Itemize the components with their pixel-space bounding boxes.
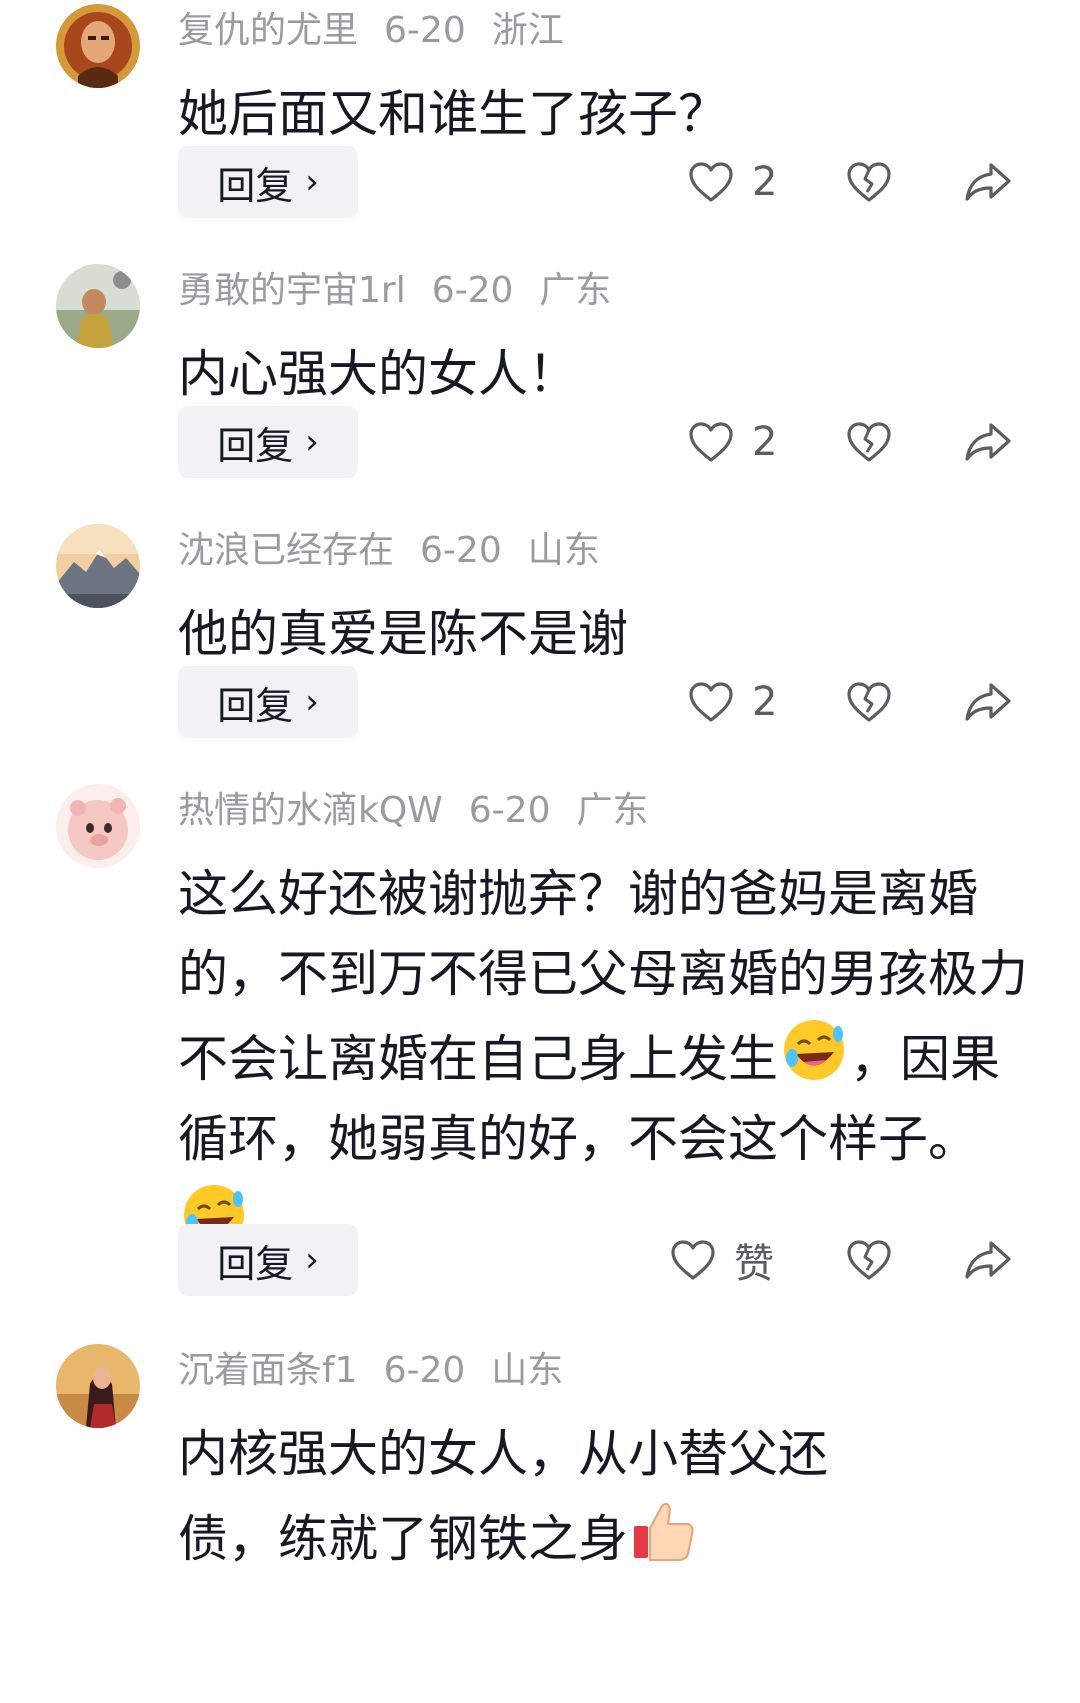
username[interactable]: 沈浪已经存在 <box>178 530 394 571</box>
share-button[interactable] <box>964 666 1012 738</box>
heart-icon <box>689 682 733 722</box>
comment-location: 广东 <box>539 270 612 311</box>
username[interactable]: 沉着面条f1 <box>178 1350 358 1391</box>
comment-location: 广东 <box>576 790 649 831</box>
like-count: 2 <box>752 419 778 465</box>
broken-heart-icon <box>847 162 891 202</box>
dislike-button[interactable] <box>846 1224 892 1296</box>
dislike-button[interactable] <box>846 666 892 738</box>
comment-list: 复仇的尤里 6-20 浙江 她后面又和谁生了孩子？ 回复 › 2 勇敢的宇宙1r… <box>0 0 1080 1703</box>
share-button[interactable] <box>964 406 1012 478</box>
avatar[interactable] <box>56 4 140 88</box>
thumbs-up-emoji-icon <box>628 1494 700 1566</box>
share-button[interactable] <box>964 146 1012 218</box>
username[interactable]: 勇敢的宇宙1rl <box>178 270 406 311</box>
comment-date: 6-20 <box>420 530 502 571</box>
avatar-image <box>56 524 140 608</box>
heart-icon <box>689 422 733 462</box>
comment-date: 6-20 <box>384 10 466 51</box>
avatar[interactable] <box>56 524 140 608</box>
like-button[interactable]: 赞 <box>670 1224 774 1296</box>
broken-heart-icon <box>847 422 891 462</box>
comment-text: 她后面又和谁生了孩子？ <box>178 85 728 143</box>
share-icon <box>965 1241 1011 1279</box>
comment-text-part: 内核强大的女人，从小替父还债，练就了钢铁之身 <box>178 1425 828 1568</box>
like-count: 2 <box>752 159 778 205</box>
comment-meta: 沈浪已经存在 6-20 山东 <box>178 528 626 574</box>
comment-text: 他的真爱是陈不是谢 <box>178 605 628 663</box>
comment-date: 6-20 <box>383 1350 466 1391</box>
comment-text: 这么好还被谢抛弃？谢的爸妈是离婚的，不到万不得已父母离婚的男孩极力不会让离婚在自… <box>178 854 1028 1264</box>
comment-meta: 沉着面条f1 6-20 山东 <box>178 1348 589 1394</box>
like-button[interactable]: 2 <box>688 406 777 478</box>
rofl-emoji-icon <box>778 1014 850 1086</box>
comment-location: 浙江 <box>491 10 564 51</box>
share-icon <box>965 683 1011 721</box>
dislike-button[interactable] <box>846 146 892 218</box>
avatar-image <box>56 784 140 868</box>
comment-location: 山东 <box>527 530 600 571</box>
avatar-image <box>56 264 140 348</box>
avatar-image <box>56 4 140 88</box>
heart-icon <box>689 162 733 202</box>
comment-location: 山东 <box>491 1350 564 1391</box>
dislike-button[interactable] <box>846 406 892 478</box>
like-button[interactable]: 2 <box>688 666 777 738</box>
share-icon <box>965 423 1011 461</box>
broken-heart-icon <box>847 682 891 722</box>
share-icon <box>965 163 1011 201</box>
username[interactable]: 复仇的尤里 <box>178 10 358 51</box>
like-button[interactable]: 2 <box>688 146 777 218</box>
avatar-image <box>56 1344 140 1428</box>
comment-date: 6-20 <box>431 270 514 311</box>
comment-text: 内核强大的女人，从小替父还债，练就了钢铁之身 <box>178 1414 898 1579</box>
comment-date: 6-20 <box>468 790 551 831</box>
comment-text: 内心强大的女人！ <box>178 345 578 403</box>
avatar[interactable] <box>56 1344 140 1428</box>
heart-icon <box>671 1240 715 1280</box>
comment-meta: 复仇的尤里 6-20 浙江 <box>178 8 590 54</box>
comment-meta: 热情的水滴kQW 6-20 广东 <box>178 788 675 834</box>
like-count: 2 <box>752 679 778 725</box>
comment-meta: 勇敢的宇宙1rl 6-20 广东 <box>178 268 637 314</box>
broken-heart-icon <box>847 1240 891 1280</box>
like-label: 赞 <box>734 1241 774 1287</box>
share-button[interactable] <box>964 1224 1012 1296</box>
username[interactable]: 热情的水滴kQW <box>178 790 443 831</box>
avatar[interactable] <box>56 784 140 868</box>
avatar[interactable] <box>56 264 140 348</box>
